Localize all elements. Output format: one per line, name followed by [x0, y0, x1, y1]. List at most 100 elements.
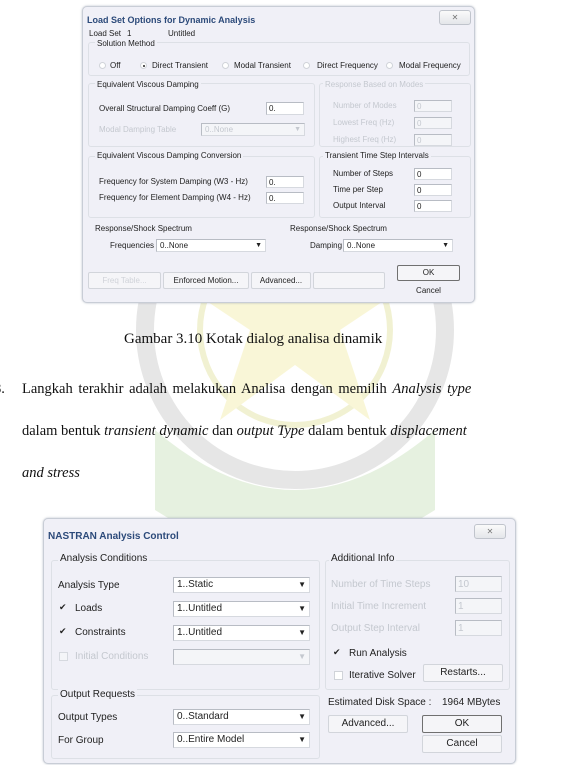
structural-damping-coeff-label: Overall Structural Damping Coeff (G) [99, 104, 231, 113]
constraints-select[interactable]: 1..Untitled ▼ [173, 625, 310, 641]
frequencies-label: Frequencies [110, 241, 155, 250]
w4-label: Frequency for Element Damping (W4 - Hz) [99, 193, 251, 202]
response-modes-label: Response Based on Modes [323, 80, 426, 89]
chevron-down-icon: ▼ [298, 628, 306, 637]
analysis-conditions-label: Analysis Conditions [58, 553, 150, 564]
structural-damping-coeff-input[interactable]: 0. [266, 102, 304, 115]
modal-damping-table-label: Modal Damping Table [99, 125, 177, 134]
radio-modal-transient[interactable] [222, 62, 229, 69]
iterative-solver-checkbox[interactable] [334, 671, 343, 680]
output-requests-label: Output Requests [58, 689, 138, 700]
load-set-label: Load Set [89, 29, 122, 38]
cancel-button[interactable]: Cancel [422, 735, 502, 753]
solution-method-label: Solution Method [95, 39, 157, 48]
spectrum-left-label: Response/Shock Spectrum [95, 224, 192, 233]
lowest-freq-label: Lowest Freq (Hz) [333, 118, 395, 127]
chevron-down-icon: ▼ [298, 712, 306, 721]
disk-space-value: 1964 MBytes [442, 697, 501, 708]
run-analysis-label[interactable]: Run Analysis [349, 648, 407, 659]
radio-off[interactable] [99, 62, 106, 69]
number-of-modes-label: Number of Modes [333, 101, 397, 110]
for-group-label: For Group [58, 735, 104, 746]
chevron-down-icon: ▼ [255, 242, 262, 249]
constraints-checkbox[interactable]: ✔ [59, 627, 68, 636]
advanced-button[interactable]: Advanced... [251, 272, 311, 289]
number-of-modes-input[interactable]: 0 [414, 100, 452, 112]
radio-direct-transient[interactable] [140, 62, 147, 69]
paragraph-line-2: dalam bentuk transient dynamic dan outpu… [22, 423, 467, 439]
cancel-button[interactable]: Cancel [397, 283, 460, 298]
chevron-down-icon: ▼ [298, 604, 306, 613]
figure-caption: Gambar 3.10 Kotak dialog analisa dinamik [124, 331, 383, 347]
dialog-title: Load Set Options for Dynamic Analysis [87, 15, 256, 25]
number-of-time-steps-input[interactable]: 10 [455, 576, 502, 592]
output-interval-label: Output Interval [333, 201, 386, 210]
w3-input[interactable]: 0. [266, 176, 304, 188]
frequencies-select[interactable]: 0..None ▼ [156, 239, 266, 252]
output-step-interval-input[interactable]: 1 [455, 620, 502, 636]
enforced-motion-button[interactable]: Enforced Motion... [163, 272, 249, 289]
restarts-button[interactable]: Restarts... [423, 664, 503, 682]
damping-conversion-label: Equivalent Viscous Damping Conversion [95, 151, 244, 160]
modal-damping-table-select[interactable]: 0..None ▼ [201, 123, 305, 136]
chevron-down-icon: ▼ [298, 580, 306, 589]
paragraph-line-1: Langkah terakhir adalah melakukan Analis… [22, 381, 472, 397]
disk-space-label: Estimated Disk Space : [328, 697, 432, 708]
loads-checkbox[interactable]: ✔ [59, 603, 68, 612]
constraints-label[interactable]: Constraints [75, 627, 126, 638]
radio-modal-frequency-label[interactable]: Modal Frequency [399, 61, 461, 70]
radio-direct-frequency-label[interactable]: Direct Frequency [317, 61, 378, 70]
damping-label: Damping [310, 241, 343, 250]
output-types-select[interactable]: 0..Standard ▼ [173, 709, 310, 725]
chevron-down-icon: ▼ [442, 242, 449, 249]
dialog-title: NASTRAN Analysis Control [48, 531, 179, 542]
highest-freq-label: Highest Freq (Hz) [333, 135, 397, 144]
loads-label[interactable]: Loads [75, 603, 102, 614]
radio-direct-transient-label[interactable]: Direct Transient [152, 61, 208, 70]
w4-input[interactable]: 0. [266, 192, 304, 204]
blank-button[interactable] [313, 272, 385, 289]
analysis-type-select[interactable]: 1..Static ▼ [173, 577, 310, 593]
initial-conditions-checkbox[interactable] [59, 652, 68, 661]
viscous-damping-label: Equivalent Viscous Damping [95, 80, 201, 89]
advanced-button[interactable]: Advanced... [328, 715, 408, 733]
load-set-options-dialog: Load Set Options for Dynamic Analysis ✕ … [82, 6, 475, 303]
damping-select[interactable]: 0..None ▼ [343, 239, 453, 252]
output-types-label: Output Types [58, 712, 118, 723]
radio-modal-transient-label[interactable]: Modal Transient [234, 61, 291, 70]
time-steps-label: Transient Time Step Intervals [323, 151, 431, 160]
ok-button[interactable]: OK [397, 265, 460, 281]
chevron-down-icon: ▼ [298, 652, 306, 661]
paragraph-number: 8. [0, 381, 5, 397]
load-set-name: Untitled [168, 29, 196, 38]
initial-conditions-label: Initial Conditions [75, 651, 149, 662]
output-interval-input[interactable]: 0 [414, 200, 452, 212]
load-set-id: 1 [127, 29, 132, 38]
time-per-step-input[interactable]: 0 [414, 184, 452, 196]
for-group-select[interactable]: 0..Entire Model ▼ [173, 732, 310, 748]
initial-time-increment-input[interactable]: 1 [455, 598, 502, 614]
output-requests-group [51, 695, 320, 759]
freq-table-button[interactable]: Freq Table... [88, 272, 161, 289]
spectrum-right-label: Response/Shock Spectrum [290, 224, 387, 233]
nastran-analysis-control-dialog: NASTRAN Analysis Control ✕ Analysis Cond… [43, 518, 516, 764]
time-per-step-label: Time per Step [333, 185, 383, 194]
output-step-interval-label: Output Step Interval [331, 623, 420, 634]
radio-off-label[interactable]: Off [110, 61, 121, 70]
paragraph-line-3: and stress [22, 465, 80, 481]
radio-modal-frequency[interactable] [386, 62, 393, 69]
initial-conditions-select[interactable]: ▼ [173, 649, 310, 665]
analysis-type-label: Analysis Type [58, 580, 120, 591]
highest-freq-input[interactable]: 0 [414, 134, 452, 146]
ok-button[interactable]: OK [422, 715, 502, 733]
number-of-steps-input[interactable]: 0 [414, 168, 452, 180]
loads-select[interactable]: 1..Untitled ▼ [173, 601, 310, 617]
lowest-freq-input[interactable]: 0 [414, 117, 452, 129]
close-icon: ✕ [486, 527, 494, 536]
iterative-solver-label[interactable]: Iterative Solver [349, 670, 416, 681]
close-icon: ✕ [451, 13, 459, 22]
close-button[interactable]: ✕ [474, 524, 506, 539]
run-analysis-checkbox[interactable]: ✔ [333, 648, 342, 657]
radio-direct-frequency[interactable] [303, 62, 310, 69]
close-button[interactable]: ✕ [439, 10, 471, 25]
